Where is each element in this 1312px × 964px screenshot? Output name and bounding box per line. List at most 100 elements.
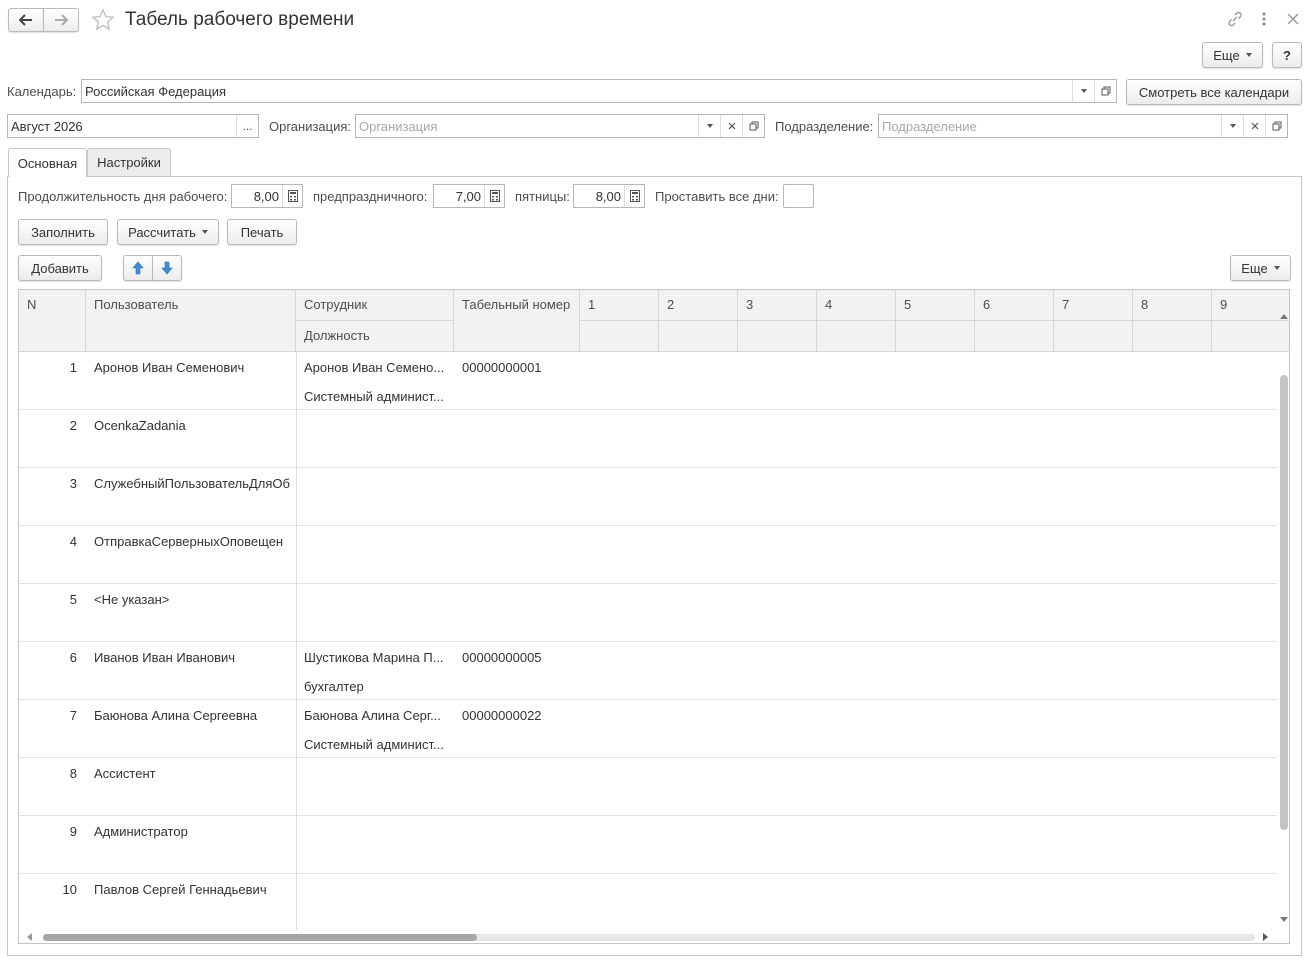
department-dropdown-button[interactable] [1221, 115, 1243, 137]
header-day-sub [659, 321, 738, 352]
clear-icon [728, 122, 735, 130]
period-value: Август 2026 [11, 118, 83, 134]
favorite-star-icon[interactable] [91, 8, 115, 32]
calculator-icon [629, 190, 640, 202]
scroll-down-icon[interactable] [1280, 917, 1288, 922]
friday-duration-field[interactable]: 8,00 [573, 184, 645, 208]
scroll-up-icon[interactable] [1280, 314, 1288, 319]
row-user: Администратор [94, 824, 188, 839]
workday-duration-value: 8,00 [253, 188, 279, 204]
header-day[interactable]: 3 [738, 290, 817, 321]
row-user: Иванов Иван Иванович [94, 650, 236, 665]
calendar-open-button[interactable] [1094, 80, 1116, 102]
more-button[interactable]: Еще [1202, 42, 1263, 68]
row-user: Баюнова Алина Сергеевна [94, 708, 258, 723]
header-day[interactable]: 4 [817, 290, 896, 321]
table-more-button[interactable]: Еще [1230, 255, 1291, 281]
open-window-icon [749, 121, 758, 131]
organization-dropdown-button[interactable] [698, 115, 720, 137]
header-day-sub [1212, 321, 1289, 352]
add-button[interactable]: Добавить [18, 255, 102, 281]
table-row[interactable]: 1 Аронов Иван Семенович Аронов Иван Семе… [19, 352, 1277, 410]
table-row[interactable]: 7 Баюнова Алина Сергеевна Баюнова Алина … [19, 700, 1277, 758]
calculator-button[interactable] [484, 185, 504, 207]
more-vertical-icon[interactable] [1258, 10, 1270, 28]
timesheet-table[interactable]: N Пользователь Сотрудник Должность Табел… [18, 289, 1290, 944]
header-day[interactable]: 7 [1054, 290, 1133, 321]
header-employee[interactable]: Сотрудник [296, 290, 454, 321]
table-row[interactable]: 10 Павлов Сергей Геннадьевич [19, 874, 1277, 932]
table-row[interactable]: 5 <Не указан> [19, 584, 1277, 642]
table-more-button-label: Еще [1241, 260, 1268, 276]
organization-open-button[interactable] [742, 115, 764, 137]
period-select-button[interactable]: ... [236, 115, 258, 137]
chevron-down-icon [1245, 53, 1252, 57]
header-day[interactable]: 8 [1133, 290, 1212, 321]
calculator-button[interactable] [282, 185, 302, 207]
help-button[interactable]: ? [1272, 42, 1302, 68]
chevron-down-icon [201, 230, 208, 234]
organization-field[interactable]: Организация [355, 114, 765, 138]
row-tab-number: 00000000001 [462, 360, 542, 375]
table-row[interactable]: 8 Ассистент [19, 758, 1277, 816]
vertical-scroll-thumb[interactable] [1280, 375, 1288, 830]
clear-icon [1251, 122, 1258, 130]
horizontal-scrollbar[interactable] [19, 930, 1277, 943]
preholiday-duration-field[interactable]: 7,00 [433, 184, 505, 208]
organization-clear-button[interactable] [720, 115, 742, 137]
department-open-button[interactable] [1265, 115, 1287, 137]
calculator-button[interactable] [624, 185, 644, 207]
row-number: 5 [69, 592, 77, 607]
department-field[interactable]: Подразделение [878, 114, 1288, 138]
view-all-calendars-button[interactable]: Смотреть все календари [1126, 79, 1302, 105]
move-down-button[interactable] [152, 255, 182, 281]
scroll-left-icon[interactable] [27, 933, 32, 941]
department-placeholder: Подразделение [882, 118, 977, 134]
tab-main[interactable]: Основная [8, 148, 87, 177]
header-day[interactable]: 9 [1212, 290, 1289, 321]
header-day[interactable]: 5 [896, 290, 975, 321]
table-row[interactable]: 3 СлужебныйПользовательДляОб [19, 468, 1277, 526]
row-position: Системный админист... [304, 737, 444, 752]
header-day-sub [975, 321, 1054, 352]
header-day[interactable]: 2 [659, 290, 738, 321]
department-clear-button[interactable] [1243, 115, 1265, 137]
header-user[interactable]: Пользователь [86, 290, 296, 352]
open-window-icon [1272, 121, 1281, 131]
period-field[interactable]: Август 2026 ... [7, 114, 259, 138]
calculator-icon [489, 190, 500, 202]
calendar-field[interactable]: Российская Федерация [81, 79, 1117, 103]
move-up-button[interactable] [123, 255, 153, 281]
table-row[interactable]: 9 Администратор [19, 816, 1277, 874]
arrow-up-icon [132, 261, 144, 275]
table-row[interactable]: 6 Иванов Иван Иванович Шустикова Марина … [19, 642, 1277, 700]
arrow-down-icon [161, 261, 173, 275]
arrow-left-icon [19, 14, 32, 26]
workday-duration-field[interactable]: 8,00 [231, 184, 303, 208]
horizontal-scroll-thumb[interactable] [43, 934, 477, 941]
table-row[interactable]: 4 ОтправкаСерверныхОповещен [19, 526, 1277, 584]
more-button-label: Еще [1213, 47, 1240, 63]
header-day[interactable]: 1 [580, 290, 659, 321]
forward-button[interactable] [43, 8, 79, 32]
close-icon[interactable] [1284, 10, 1302, 28]
header-n[interactable]: N [19, 290, 86, 352]
calendar-dropdown-button[interactable] [1072, 80, 1094, 102]
link-icon[interactable] [1226, 10, 1244, 28]
tab-settings[interactable]: Настройки [87, 148, 171, 176]
back-button[interactable] [8, 8, 44, 32]
set-all-days-field[interactable] [783, 184, 814, 208]
row-user: Ассистент [94, 766, 156, 781]
calculate-button[interactable]: Рассчитать [117, 219, 219, 245]
header-day[interactable]: 6 [975, 290, 1054, 321]
print-button[interactable]: Печать [227, 219, 297, 245]
header-tab-number[interactable]: Табельный номер [454, 290, 580, 352]
scroll-right-icon[interactable] [1263, 933, 1268, 941]
vertical-scrollbar[interactable] [1277, 314, 1289, 930]
header-position[interactable]: Должность [296, 321, 454, 352]
header-day-sub [896, 321, 975, 352]
table-row[interactable]: 2 OcenkaZadania [19, 410, 1277, 468]
row-number: 3 [69, 476, 77, 491]
row-tab-number: 00000000022 [462, 708, 542, 723]
fill-button[interactable]: Заполнить [18, 219, 108, 245]
